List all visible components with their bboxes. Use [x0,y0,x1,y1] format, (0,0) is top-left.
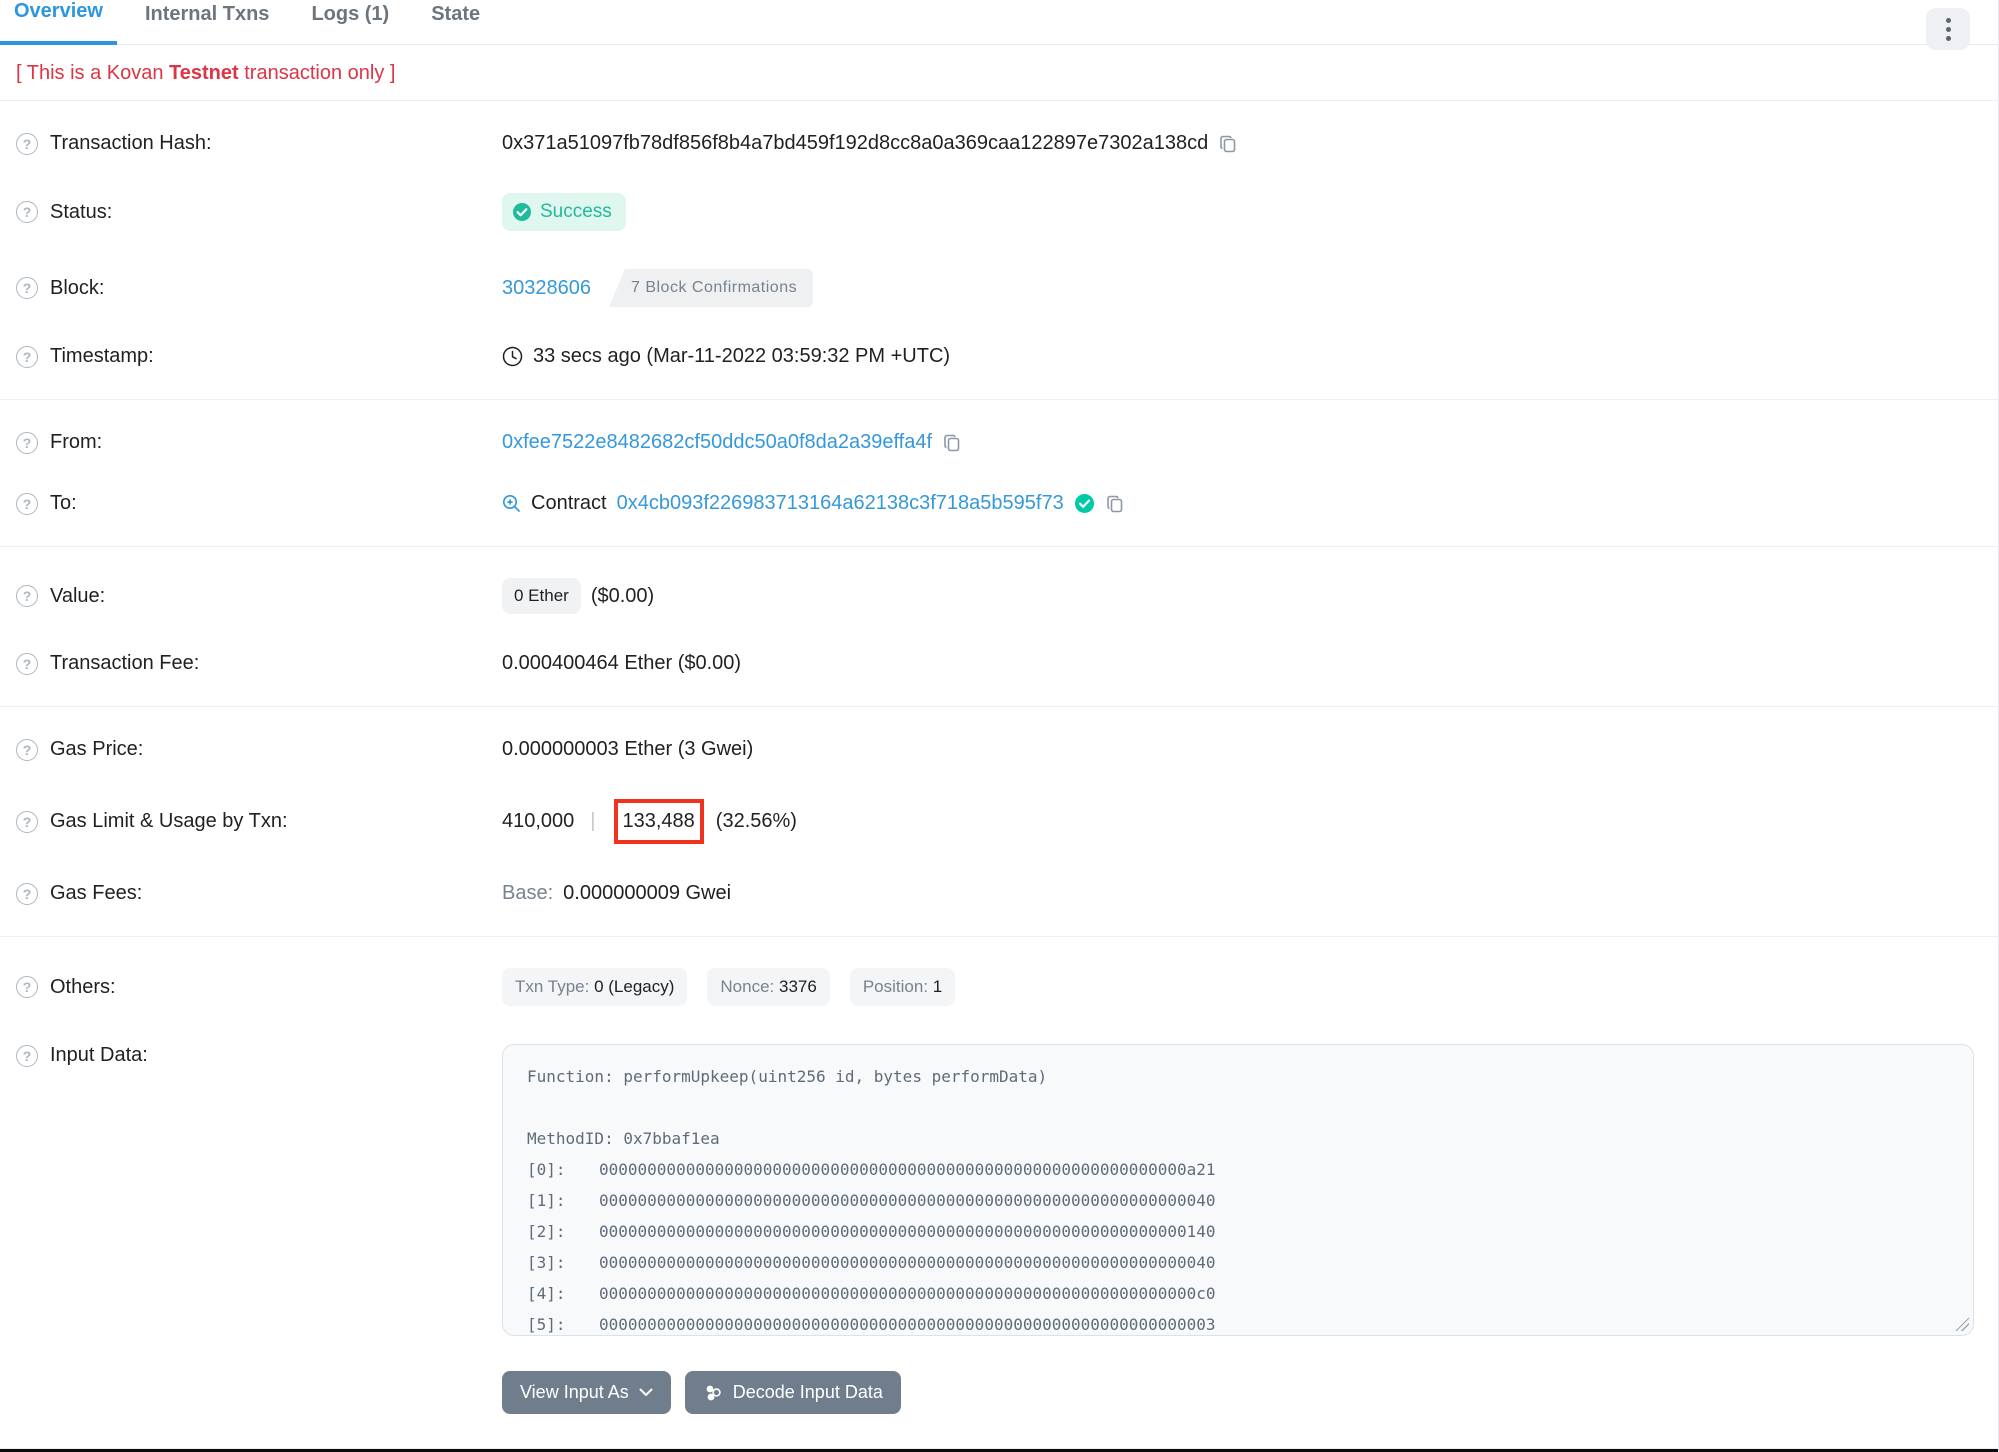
resize-handle[interactable] [1955,1317,1969,1331]
verified-check-icon [1074,494,1094,513]
row-others: ? Others: Txn Type: 0 (Legacy) Nonce: 33… [0,949,1998,1025]
copy-icon[interactable] [942,433,962,453]
gas-price-label: Gas Price: [50,738,144,760]
decode-input-data-button[interactable]: Decode Input Data [684,1371,901,1414]
status-label: Status: [50,200,113,223]
help-icon[interactable]: ? [16,810,38,833]
input-word-row: [2]: 000000000000000000000000000000000000… [527,1222,1216,1241]
gas-used-percent: (32.56%) [715,810,797,832]
from-label: From: [50,431,103,453]
timestamp-value: 33 secs ago (Mar-11-2022 03:59:32 PM +UT… [533,345,951,367]
position-badge: Position: 1 [849,968,956,1006]
kebab-menu-button[interactable] [1926,8,1970,50]
txn-type-badge: Txn Type: 0 (Legacy) [502,968,688,1006]
gas-limit-label: Gas Limit & Usage by Txn: [50,810,288,832]
to-label: To: [50,492,77,514]
row-input-data: ? Input Data: Function: performUpkeep(ui… [0,1025,1998,1355]
transaction-hash-label: Transaction Hash: [50,132,212,154]
input-word-row: [4]: 000000000000000000000000000000000000… [527,1284,1216,1303]
help-icon[interactable]: ? [16,882,38,905]
view-input-as-button[interactable]: View Input As [502,1371,671,1414]
help-icon[interactable]: ? [16,277,38,299]
gas-fees-label: Gas Fees: [50,882,143,904]
block-confirmations-badge: 7 Block Confirmations [608,269,814,307]
kebab-dots-icon [1945,17,1951,23]
others-label: Others: [50,975,116,998]
nonce-badge: Nonce: 3376 [707,968,830,1006]
row-transaction-hash: ? Transaction Hash: 0x371a51097fb78df856… [0,113,1998,174]
chevron-down-icon [639,1388,653,1396]
tab-bar: Overview Internal Txns Logs (1) State [0,0,1998,50]
status-badge: Success [502,193,626,231]
gas-limit-value: 410,000 [502,810,575,832]
row-gas-limit-usage: ? Gas Limit & Usage by Txn: 410,000 | 13… [0,780,1998,863]
input-word-row: [3]: 000000000000000000000000000000000000… [527,1253,1216,1272]
transaction-fee-label: Transaction Fee: [50,652,200,674]
help-icon[interactable]: ? [16,431,38,454]
input-word-row: [0]: 000000000000000000000000000000000000… [527,1160,1216,1179]
help-icon[interactable]: ? [16,652,38,675]
tab-state[interactable]: State [417,3,494,44]
clock-icon [502,346,523,367]
transaction-hash-value: 0x371a51097fb78df856f8b4a7bd459f192d8cc8… [502,132,1209,154]
transaction-details-card: Overview Internal Txns Logs (1) State [ … [0,0,1999,1452]
zoom-in-icon[interactable] [502,494,521,513]
input-word-row: [1]: 000000000000000000000000000000000000… [527,1191,1216,1210]
row-block: ? Block: 30328606 7 Block Confirmations [0,250,1998,326]
row-transaction-fee: ? Transaction Fee: 0.000400464 Ether ($0… [0,633,1998,694]
decode-icon [706,1385,721,1400]
help-icon[interactable]: ? [16,201,38,223]
copy-icon[interactable] [1218,134,1238,154]
transaction-fee-value: 0.000400464 Ether ($0.00) [502,652,742,674]
help-icon[interactable]: ? [16,132,38,155]
gas-used-value: 133,488 [622,810,695,832]
input-data-textarea[interactable]: Function: performUpkeep(uint256 id, byte… [502,1044,1974,1336]
base-fee-label: Base: [502,882,554,904]
from-address-link[interactable]: 0xfee7522e8482682cf50ddc50a0f8da2a39effa… [502,431,932,454]
base-fee-value: 0.000000009 Gwei [563,882,732,904]
help-icon[interactable]: ? [16,738,38,761]
help-icon[interactable]: ? [16,345,38,368]
tab-logs[interactable]: Logs (1) [297,3,403,44]
input-data-label: Input Data: [50,1044,148,1066]
tab-overview[interactable]: Overview [0,0,117,45]
row-timestamp: ? Timestamp: 33 secs ago (Mar-11-2022 03… [0,326,1998,387]
help-icon[interactable]: ? [16,1044,38,1067]
value-usd: ($0.00) [590,584,655,607]
testnet-warning: [ This is a Kovan Testnet transaction on… [16,62,396,84]
row-status: ? Status: Success [0,174,1998,250]
block-number-link[interactable]: 30328606 [502,277,591,300]
help-icon[interactable]: ? [16,585,38,607]
tab-internal-txns[interactable]: Internal Txns [131,3,283,44]
block-label: Block: [50,276,105,299]
row-from: ? From: 0xfee7522e8482682cf50ddc50a0f8da… [0,412,1998,473]
copy-icon[interactable] [1105,494,1125,514]
row-gas-fees: ? Gas Fees: Base: 0.000000009 Gwei [0,863,1998,924]
to-contract-prefix: Contract [531,492,607,514]
help-icon[interactable]: ? [16,492,38,515]
to-address-link[interactable]: 0x4cb093f226983713164a62138c3f718a5b595f… [617,492,1064,515]
row-gas-price: ? Gas Price: 0.000000003 Ether (3 Gwei) [0,719,1998,780]
gas-price-value: 0.000000003 Ether (3 Gwei) [502,738,754,760]
row-to: ? To: Contract 0x4cb093f226983713164a621… [0,473,1998,534]
help-icon[interactable]: ? [16,976,38,998]
check-circle-icon [513,203,531,221]
input-word-row: [5]: 000000000000000000000000000000000000… [527,1315,1216,1334]
input-function-line: Function: performUpkeep(uint256 id, byte… [527,1067,1048,1086]
value-label: Value: [50,584,106,607]
gas-used-annotation-box: 133,488 [613,799,704,844]
timestamp-label: Timestamp: [50,345,154,367]
row-value: ? Value: 0 Ether ($0.00) [0,559,1998,633]
pipe-separator: | [590,810,596,832]
value-ether-badge: 0 Ether [502,578,581,614]
input-methodid-line: MethodID: 0x7bbaf1ea [527,1129,720,1148]
